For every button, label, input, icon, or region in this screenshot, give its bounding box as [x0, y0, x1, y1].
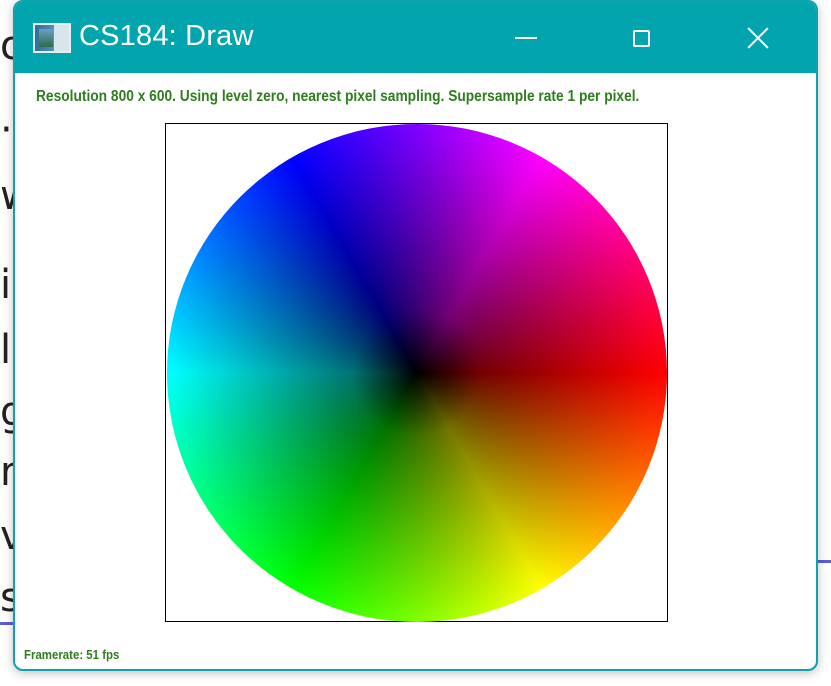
status-text: Resolution 800 x 600. Using level zero, …: [36, 88, 640, 105]
background-underline: [816, 560, 831, 563]
close-button[interactable]: [735, 16, 781, 60]
framerate-label: Framerate: 51 fps: [24, 647, 120, 662]
window-title: CS184: Draw: [79, 20, 254, 52]
drawing-canvas[interactable]: [165, 123, 668, 622]
minimize-icon: [515, 37, 537, 39]
maximize-button[interactable]: [618, 16, 664, 60]
title-bar[interactable]: CS184: Draw: [15, 2, 816, 73]
hsv-color-wheel: [167, 124, 667, 622]
minimize-button[interactable]: [503, 16, 549, 60]
app-window-icon: [33, 23, 71, 53]
app-window: CS184: Draw Resolution 800 x 600. Using …: [13, 0, 818, 671]
background-text-fragment: ·: [0, 107, 13, 153]
close-icon: [747, 27, 769, 49]
maximize-icon: [632, 29, 650, 47]
